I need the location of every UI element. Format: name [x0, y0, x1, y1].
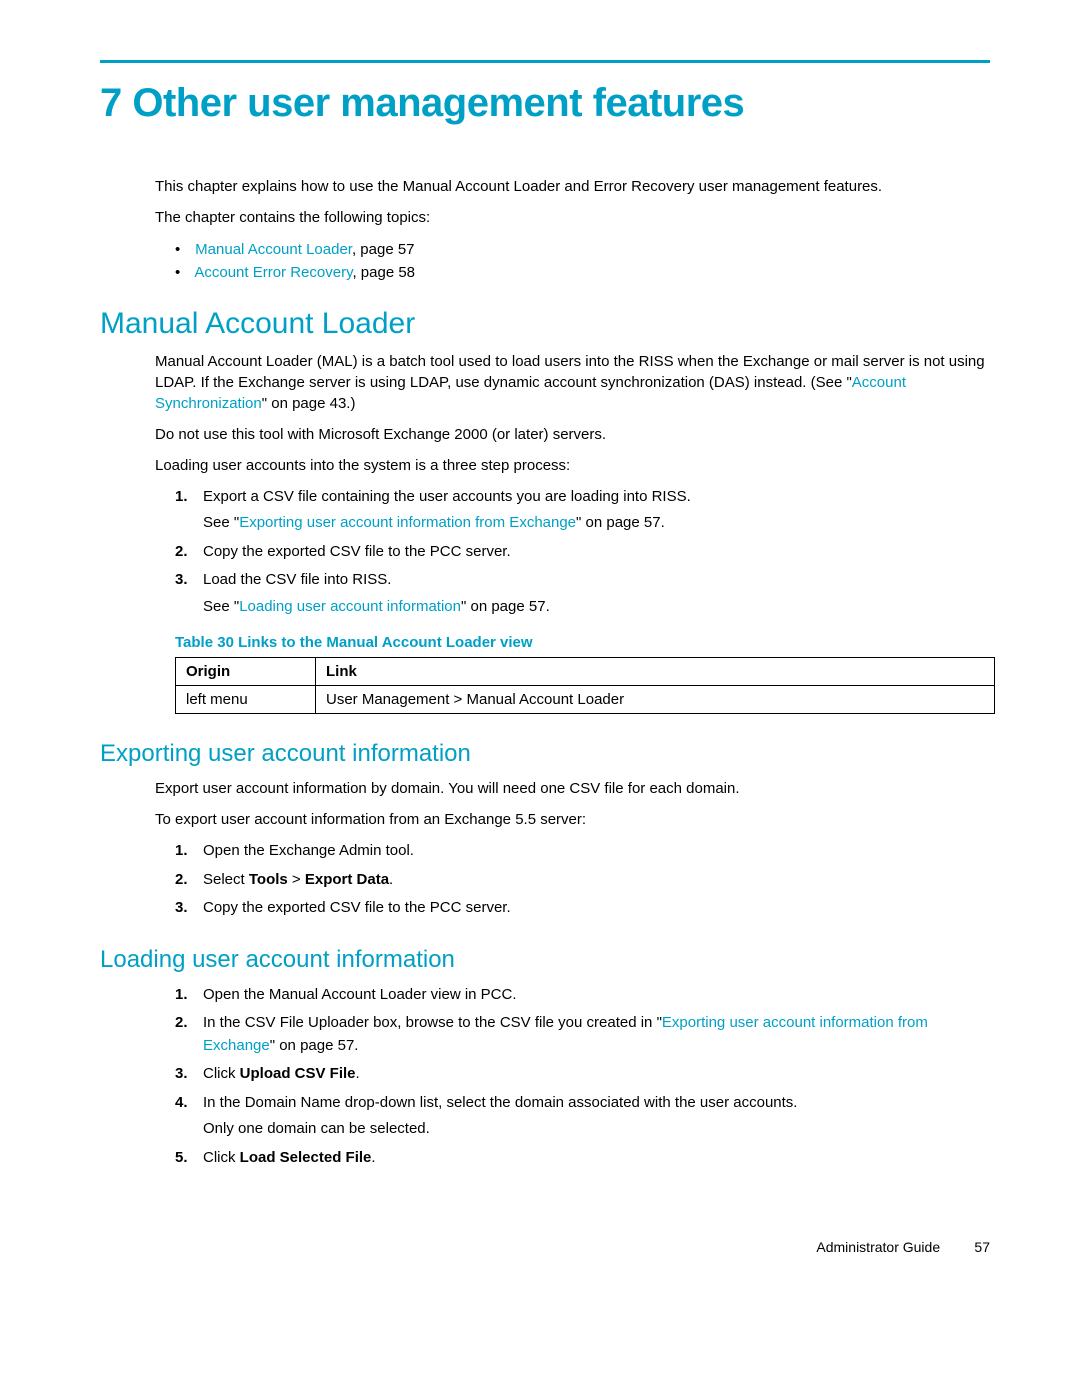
step-text: Open the Exchange Admin tool. [203, 842, 414, 859]
step-text: Load the CSV file into RISS. [203, 571, 391, 588]
export-steps: 1. Open the Exchange Admin tool. 2. Sele… [155, 840, 990, 920]
step-secondary: See "Loading user account information" o… [203, 596, 990, 619]
export-paragraph-2: To export user account information from … [155, 809, 990, 830]
table-row: left menu User Management > Manual Accou… [176, 686, 995, 714]
table-cell-origin: left menu [176, 686, 316, 714]
topic-item-mal: Manual Account Loader, page 57 [175, 238, 990, 261]
export-step-3: 3. Copy the exported CSV file to the PCC… [175, 897, 990, 920]
step-number: 1. [175, 486, 203, 535]
topic-suffix: , page 57 [352, 241, 415, 258]
chapter-title-text: Other user management features [132, 81, 744, 125]
step-number: 5. [175, 1147, 203, 1170]
section-heading-mal: Manual Account Loader [100, 307, 990, 341]
step-number: 1. [175, 984, 203, 1007]
mal-links-table: Origin Link left menu User Management > … [175, 657, 995, 714]
topic-link-error-recovery[interactable]: Account Error Recovery [194, 264, 352, 281]
export-step-1: 1. Open the Exchange Admin tool. [175, 840, 990, 863]
footer-label: Administrator Guide [816, 1239, 940, 1255]
intro-paragraph-1: This chapter explains how to use the Man… [155, 176, 990, 197]
step-secondary: See "Exporting user account information … [203, 512, 990, 535]
page-number: 57 [944, 1239, 990, 1255]
mal-step-3: 3. Load the CSV file into RISS. See "Loa… [175, 569, 990, 618]
step-number: 3. [175, 569, 203, 618]
table-caption: Table 30 Links to the Manual Account Loa… [175, 634, 990, 651]
step-text: In the Domain Name drop-down list, selec… [203, 1094, 797, 1111]
step-text: Copy the exported CSV file to the PCC se… [203, 899, 511, 916]
table-cell-link: User Management > Manual Account Loader [316, 686, 995, 714]
load-step-2: 2. In the CSV File Uploader box, browse … [175, 1012, 990, 1057]
table-header-origin: Origin [176, 658, 316, 686]
link-loading-user-account[interactable]: Loading user account information [239, 598, 461, 615]
step-text: Copy the exported CSV file to the PCC se… [203, 543, 511, 560]
step-text: Open the Manual Account Loader view in P… [203, 986, 517, 1003]
step-number: 4. [175, 1092, 203, 1141]
page-footer: Administrator Guide 57 [100, 1239, 990, 1255]
load-step-1: 1. Open the Manual Account Loader view i… [175, 984, 990, 1007]
step-secondary: Only one domain can be selected. [203, 1118, 990, 1141]
subsection-heading-load: Loading user account information [100, 946, 990, 974]
step-number: 2. [175, 541, 203, 564]
mal-step-2: 2. Copy the exported CSV file to the PCC… [175, 541, 990, 564]
load-steps: 1. Open the Manual Account Loader view i… [155, 984, 990, 1170]
topic-link-mal[interactable]: Manual Account Loader [195, 241, 352, 258]
mal-paragraph-1: Manual Account Loader (MAL) is a batch t… [155, 351, 990, 414]
mal-paragraph-2: Do not use this tool with Microsoft Exch… [155, 424, 990, 445]
step-number: 2. [175, 1012, 203, 1057]
export-paragraph-1: Export user account information by domai… [155, 778, 990, 799]
ui-label-export-data: Export Data [305, 871, 389, 888]
horizontal-rule [100, 60, 990, 63]
load-step-5: 5. Click Load Selected File. [175, 1147, 990, 1170]
mal-process-steps: 1. Export a CSV file containing the user… [155, 486, 990, 619]
chapter-number: 7 [100, 81, 122, 125]
topic-item-error-recovery: Account Error Recovery, page 58 [175, 261, 990, 284]
ui-label-tools: Tools [249, 871, 288, 888]
topics-list: Manual Account Loader, page 57 Account E… [155, 238, 990, 285]
mal-paragraph-3: Loading user accounts into the system is… [155, 455, 990, 476]
intro-paragraph-2: The chapter contains the following topic… [155, 207, 990, 228]
subsection-heading-export: Exporting user account information [100, 740, 990, 768]
link-exporting-user-account[interactable]: Exporting user account information from … [239, 514, 576, 531]
step-number: 1. [175, 840, 203, 863]
topic-suffix: , page 58 [352, 264, 415, 281]
export-step-2: 2. Select Tools > Export Data. [175, 869, 990, 892]
step-number: 3. [175, 897, 203, 920]
step-text: Export a CSV file containing the user ac… [203, 488, 691, 505]
table-header-link: Link [316, 658, 995, 686]
ui-label-load-selected: Load Selected File [240, 1149, 372, 1166]
step-number: 3. [175, 1063, 203, 1086]
chapter-title: 7 Other user management features [100, 81, 990, 126]
ui-label-upload-csv: Upload CSV File [240, 1065, 356, 1082]
load-step-3: 3. Click Upload CSV File. [175, 1063, 990, 1086]
step-number: 2. [175, 869, 203, 892]
load-step-4: 4. In the Domain Name drop-down list, se… [175, 1092, 990, 1141]
mal-step-1: 1. Export a CSV file containing the user… [175, 486, 990, 535]
